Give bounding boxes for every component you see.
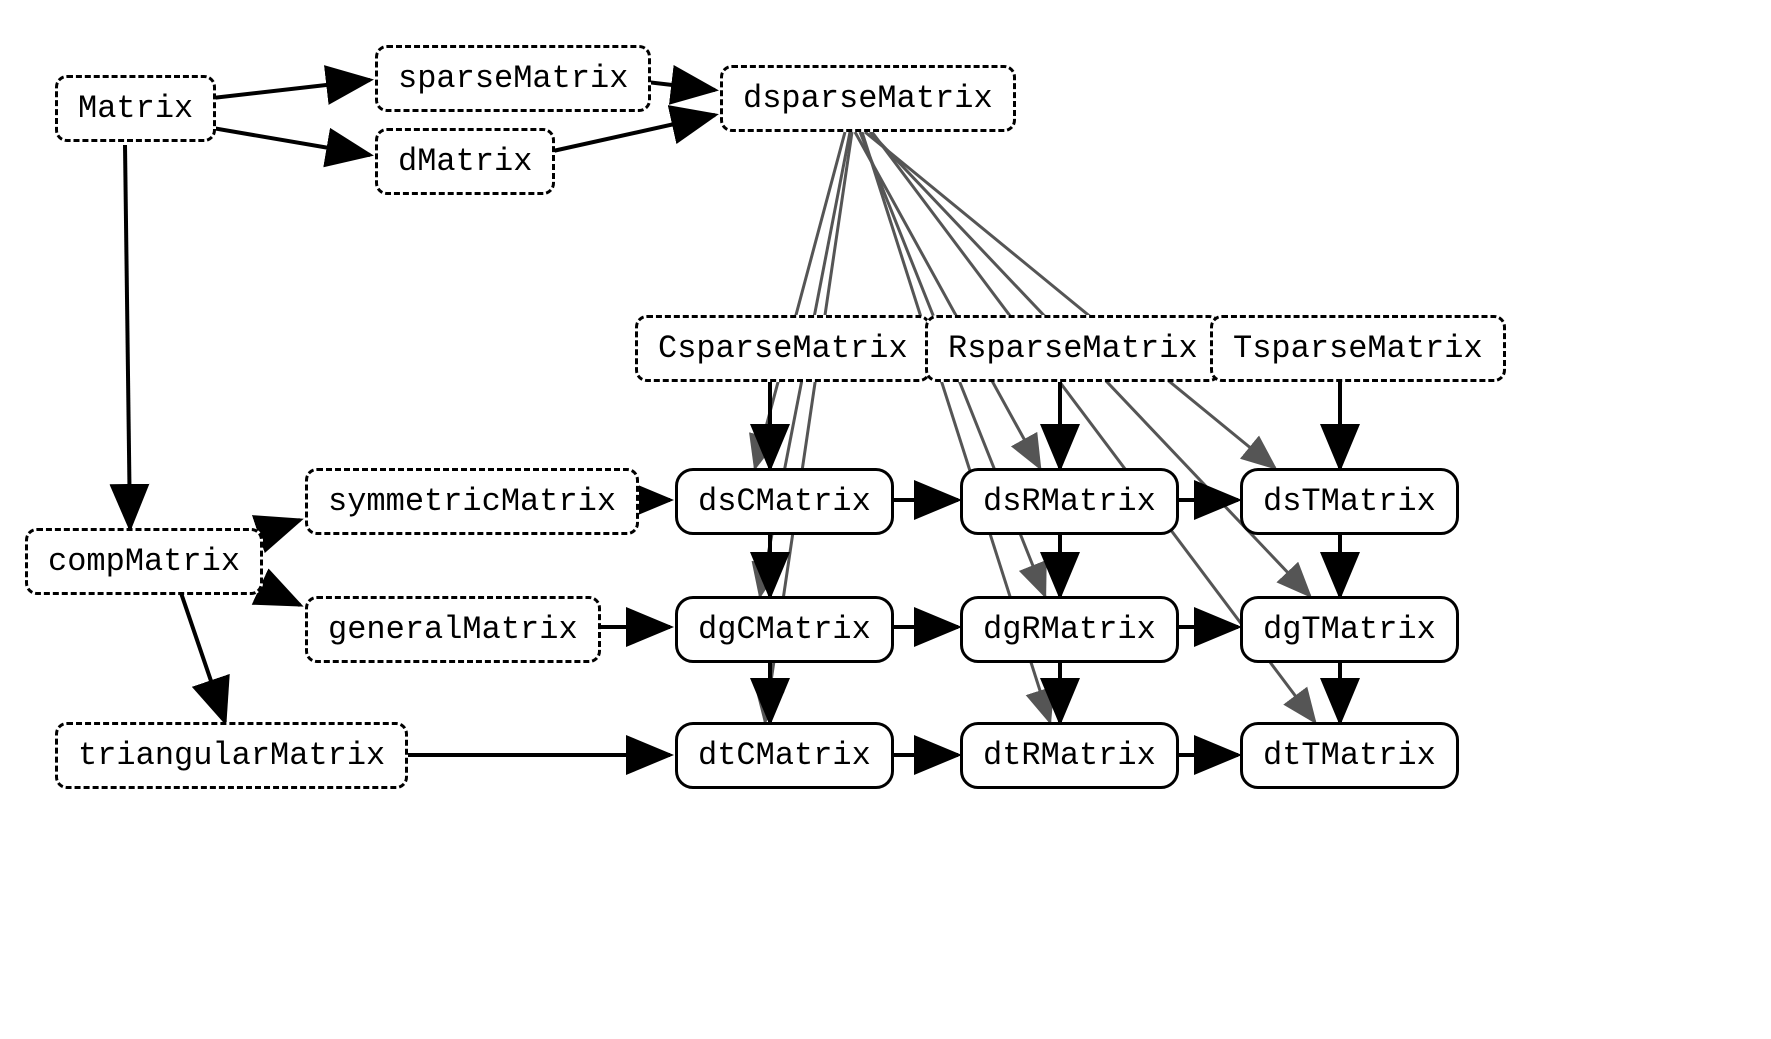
node-sparseMatrix: sparseMatrix	[375, 45, 651, 112]
node-dtTMatrix: dtTMatrix	[1240, 722, 1459, 789]
node-RsparseMatrix: RsparseMatrix	[925, 315, 1221, 382]
node-generalMatrix: generalMatrix	[305, 596, 601, 663]
node-TsparseMatrix: TsparseMatrix	[1210, 315, 1506, 382]
node-dsRMatrix: dsRMatrix	[960, 468, 1179, 535]
node-dMatrix: dMatrix	[375, 128, 555, 195]
node-symmetricMatrix: symmetricMatrix	[305, 468, 639, 535]
node-dgTMatrix: dgTMatrix	[1240, 596, 1459, 663]
node-compMatrix: compMatrix	[25, 528, 263, 595]
node-dtCMatrix: dtCMatrix	[675, 722, 894, 789]
node-dsCMatrix: dsCMatrix	[675, 468, 894, 535]
node-triangularMatrix: triangularMatrix	[55, 722, 408, 789]
node-matrix: Matrix	[55, 75, 216, 142]
node-dsparseMatrix: dsparseMatrix	[720, 65, 1016, 132]
node-CsparseMatrix: CsparseMatrix	[635, 315, 931, 382]
node-dtRMatrix: dtRMatrix	[960, 722, 1179, 789]
node-dsTMatrix: dsTMatrix	[1240, 468, 1459, 535]
node-dgCMatrix: dgCMatrix	[675, 596, 894, 663]
node-dgRMatrix: dgRMatrix	[960, 596, 1179, 663]
